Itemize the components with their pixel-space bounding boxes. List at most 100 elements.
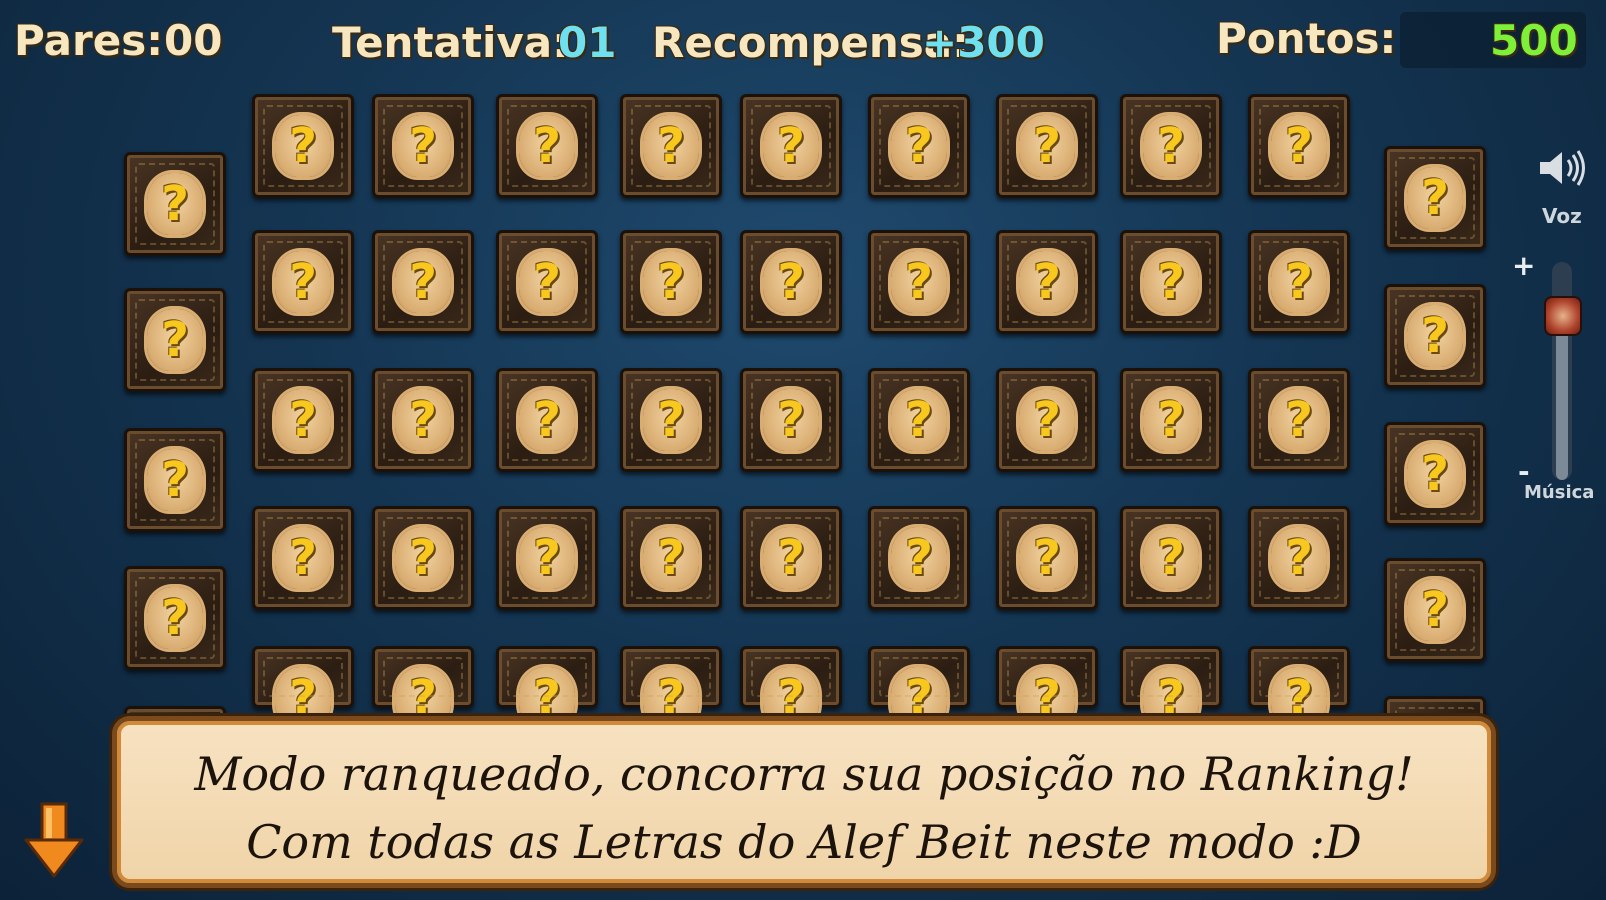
memory-card[interactable]: ? (372, 230, 474, 334)
memory-card[interactable]: ? (1248, 230, 1350, 334)
memory-card[interactable]: ? (252, 506, 354, 610)
memory-card[interactable]: ? (372, 506, 474, 610)
card-back-emblem: ? (1271, 251, 1327, 313)
memory-card[interactable]: ? (996, 368, 1098, 472)
question-mark-icon: ? (289, 118, 317, 174)
question-mark-icon: ? (1421, 446, 1449, 502)
card-back-emblem: ? (1143, 389, 1199, 451)
question-mark-icon: ? (161, 452, 189, 508)
memory-card[interactable]: ? (496, 368, 598, 472)
music-volume-slider[interactable] (1552, 262, 1572, 480)
memory-card[interactable]: ? (496, 230, 598, 334)
attempt-label: Tentativa: (332, 18, 569, 67)
memory-card[interactable]: ? (1120, 506, 1222, 610)
card-back-emblem: ? (519, 389, 575, 451)
question-mark-icon: ? (777, 118, 805, 174)
memory-card[interactable]: ? (1120, 368, 1222, 472)
memory-card[interactable]: ? (996, 506, 1098, 610)
memory-card[interactable]: ? (1120, 94, 1222, 198)
memory-card[interactable]: ? (372, 646, 474, 729)
card-back-emblem: ? (275, 527, 331, 589)
card-back-emblem: ? (395, 251, 451, 313)
memory-card[interactable]: ? (372, 94, 474, 198)
memory-card[interactable]: ? (868, 94, 970, 198)
memory-card[interactable]: ? (496, 646, 598, 729)
memory-card[interactable]: ? (740, 368, 842, 472)
question-mark-icon: ? (905, 254, 933, 310)
question-mark-icon: ? (533, 254, 561, 310)
speaker-icon[interactable] (1536, 148, 1588, 188)
memory-card[interactable]: ? (1120, 646, 1222, 729)
card-back-emblem: ? (891, 389, 947, 451)
card-back-emblem: ? (519, 251, 575, 313)
memory-card[interactable]: ? (620, 230, 722, 334)
memory-card[interactable]: ? (1384, 284, 1486, 388)
memory-card[interactable]: ? (1384, 422, 1486, 526)
memory-card[interactable]: ? (124, 288, 226, 392)
card-back-emblem: ? (395, 389, 451, 451)
card-back-emblem: ? (1271, 527, 1327, 589)
memory-card[interactable]: ? (620, 94, 722, 198)
memory-card[interactable]: ? (1384, 558, 1486, 662)
question-mark-icon: ? (533, 118, 561, 174)
voice-label: Voz (1542, 204, 1582, 228)
memory-card[interactable]: ? (1384, 146, 1486, 250)
memory-card[interactable]: ? (740, 506, 842, 610)
question-mark-icon: ? (1285, 530, 1313, 586)
memory-card[interactable]: ? (1248, 646, 1350, 729)
question-mark-icon: ? (161, 176, 189, 232)
question-mark-icon: ? (777, 392, 805, 448)
question-mark-icon: ? (289, 392, 317, 448)
card-back-emblem: ? (1019, 115, 1075, 177)
memory-card[interactable]: ? (1120, 230, 1222, 334)
memory-card[interactable]: ? (868, 646, 970, 729)
memory-card[interactable]: ? (1248, 506, 1350, 610)
card-back-emblem: ? (275, 389, 331, 451)
arrow-down-icon[interactable] (22, 800, 86, 880)
memory-card[interactable]: ? (252, 230, 354, 334)
question-mark-icon: ? (1421, 308, 1449, 364)
memory-card[interactable]: ? (620, 506, 722, 610)
memory-card[interactable]: ? (124, 566, 226, 670)
memory-card[interactable]: ? (996, 94, 1098, 198)
memory-card[interactable]: ? (1248, 94, 1350, 198)
music-label: Música (1524, 482, 1595, 503)
memory-card[interactable]: ? (996, 646, 1098, 729)
memory-card[interactable]: ? (868, 230, 970, 334)
music-volume-knob[interactable] (1544, 296, 1582, 336)
question-mark-icon: ? (1157, 254, 1185, 310)
card-back-emblem: ? (147, 449, 203, 511)
memory-card[interactable]: ? (252, 646, 354, 729)
memory-card[interactable]: ? (496, 94, 598, 198)
question-mark-icon: ? (1285, 392, 1313, 448)
card-back-emblem: ? (1407, 579, 1463, 641)
card-back-emblem: ? (1143, 527, 1199, 589)
memory-card[interactable]: ? (252, 94, 354, 198)
memory-card[interactable]: ? (868, 368, 970, 472)
question-mark-icon: ? (777, 254, 805, 310)
memory-card[interactable]: ? (740, 646, 842, 729)
card-back-emblem: ? (763, 389, 819, 451)
memory-card[interactable]: ? (868, 506, 970, 610)
memory-card[interactable]: ? (996, 230, 1098, 334)
memory-card[interactable]: ? (372, 368, 474, 472)
volume-plus[interactable]: + (1512, 252, 1535, 280)
memory-card[interactable]: ? (620, 646, 722, 729)
question-mark-icon: ? (777, 530, 805, 586)
pairs-value: 00 (164, 16, 223, 65)
memory-card[interactable]: ? (1248, 368, 1350, 472)
points-value: 500 (1490, 16, 1578, 65)
attempt-value: 01 (558, 18, 617, 67)
memory-card[interactable]: ? (252, 368, 354, 472)
memory-card[interactable]: ? (124, 152, 226, 256)
memory-card[interactable]: ? (496, 506, 598, 610)
memory-card[interactable]: ? (740, 94, 842, 198)
question-mark-icon: ? (657, 530, 685, 586)
question-mark-icon: ? (657, 254, 685, 310)
memory-card[interactable]: ? (124, 428, 226, 532)
question-mark-icon: ? (409, 530, 437, 586)
card-back-emblem: ? (1407, 443, 1463, 505)
memory-card[interactable]: ? (740, 230, 842, 334)
question-mark-icon: ? (1285, 118, 1313, 174)
memory-card[interactable]: ? (620, 368, 722, 472)
